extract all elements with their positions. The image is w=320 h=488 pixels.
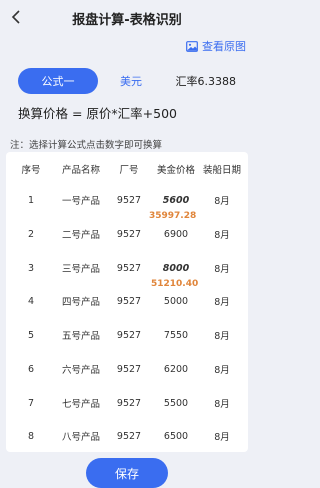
view-original-button[interactable]: 查看原图: [186, 38, 246, 54]
shipping-date: 8月: [214, 399, 230, 410]
usd-price[interactable]: 6200: [150, 352, 202, 386]
usd-price[interactable]: 6500: [150, 419, 202, 453]
column-header-no: 序号: [21, 165, 41, 176]
row-number: 3: [27, 262, 35, 274]
factory-number: 9527: [116, 430, 142, 442]
shipping-date: 8月: [214, 331, 230, 342]
factory-number: 9527: [116, 397, 142, 409]
row-number: 6: [27, 363, 35, 375]
save-button[interactable]: 保存: [86, 458, 168, 488]
column-header-date: 装船日期: [202, 165, 241, 176]
row-number: 4: [27, 295, 35, 307]
factory-number: 9527: [116, 295, 142, 307]
product-name: 一号产品: [61, 196, 100, 207]
table-row: 5 五号产品 9527 7550 8月: [6, 318, 248, 352]
exchange-rate-label: 汇率6.3388: [175, 75, 237, 88]
page-title: 报盘计算-表格识别: [72, 12, 182, 28]
usd-price[interactable]: 7550: [150, 318, 202, 352]
shipping-date: 8月: [214, 365, 230, 376]
formula-select-button[interactable]: 公式一: [18, 68, 98, 94]
chevron-left-icon: [11, 10, 20, 24]
product-name: 二号产品: [61, 230, 100, 241]
factory-number: 9527: [116, 329, 142, 341]
factory-number: 9527: [116, 228, 142, 240]
row-number: 8: [27, 430, 35, 442]
table-row: 1 一号产品 9527 5600 8月: [6, 183, 248, 217]
factory-number: 9527: [116, 363, 142, 375]
table-row: 4 四号产品 9527 5000 8月: [6, 284, 248, 318]
product-name: 八号产品: [61, 432, 100, 443]
table-row: 2 二号产品 9527 6900 8月: [6, 217, 248, 251]
view-original-label: 查看原图: [202, 40, 246, 53]
price-table: 序号 产品名称 厂号 美金价格 装船日期 1 一号产品 9527 5600 8月…: [6, 152, 248, 452]
product-name: 五号产品: [61, 331, 100, 342]
usd-price[interactable]: 5000: [150, 284, 202, 318]
product-name: 六号产品: [61, 365, 100, 376]
table-row: 6 六号产品 9527 6200 8月: [6, 352, 248, 386]
image-icon: [186, 40, 198, 52]
column-header-price: 美金价格: [156, 165, 195, 176]
table-row: 3 三号产品 9527 8000 8月: [6, 251, 248, 285]
row-number: 2: [27, 228, 35, 240]
row-number: 5: [27, 329, 35, 341]
currency-button[interactable]: 美元: [120, 73, 142, 89]
factory-number: 9527: [116, 262, 142, 274]
table-row: 7 七号产品 9527 5500 8月: [6, 386, 248, 420]
table-row: 8 八号产品 9527 6500 8月: [6, 419, 248, 453]
shipping-date: 8月: [214, 230, 230, 241]
shipping-date: 8月: [214, 196, 230, 207]
product-name: 四号产品: [61, 297, 100, 308]
row-number: 7: [27, 397, 35, 409]
row-number: 1: [27, 194, 35, 206]
table-header-row: 序号 产品名称 厂号 美金价格 装船日期: [6, 152, 248, 186]
column-header-name: 产品名称: [61, 165, 100, 176]
shipping-date: 8月: [214, 297, 230, 308]
column-header-factory: 厂号: [119, 165, 139, 176]
hint-note: 注：选择计算公式点击数字即可换算: [10, 140, 163, 151]
factory-number: 9527: [116, 194, 142, 206]
product-name: 三号产品: [61, 264, 100, 275]
usd-price[interactable]: 6900: [150, 217, 202, 251]
header-bar: 报盘计算-表格识别: [0, 0, 254, 36]
back-button[interactable]: [6, 7, 26, 27]
shipping-date: 8月: [214, 432, 230, 443]
shipping-date: 8月: [214, 264, 230, 275]
formula-description: 换算价格 = 原价*汇率+500: [18, 106, 178, 121]
product-name: 七号产品: [61, 399, 100, 410]
formula-bar: 公式一 美元 汇率6.3388: [18, 68, 242, 94]
usd-price[interactable]: 5500: [150, 386, 202, 420]
